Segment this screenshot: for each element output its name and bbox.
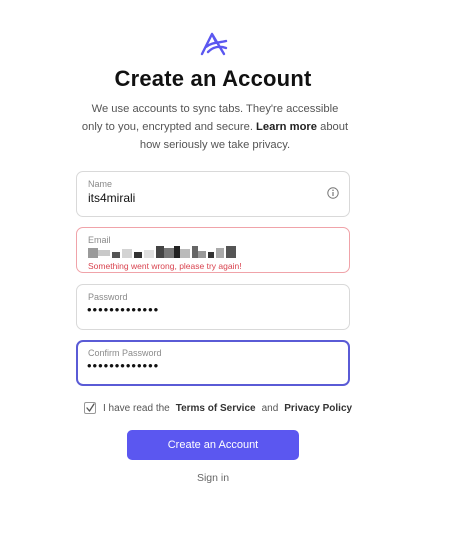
confirm-password-label: Confirm Password <box>88 348 162 358</box>
terms-prefix: I have read the <box>103 402 170 414</box>
email-field[interactable]: Email Something went wrong, please try a… <box>76 227 350 273</box>
name-field[interactable]: Name its4mirali <box>76 171 350 217</box>
signup-card: Create an Account We use accounts to syn… <box>0 0 438 547</box>
terms-and: and <box>261 402 279 414</box>
password-label: Password <box>88 292 128 302</box>
sign-in-link[interactable]: Sign in <box>0 472 426 484</box>
confirm-password-field[interactable]: Confirm Password ••••••••••••• <box>76 340 350 386</box>
password-value: ••••••••••••• <box>87 302 160 317</box>
confirm-password-value: ••••••••••••• <box>87 358 160 373</box>
create-account-button[interactable]: Create an Account <box>127 430 299 460</box>
name-value: its4mirali <box>88 191 136 205</box>
page-subtitle: We use accounts to sync tabs. They're ac… <box>80 100 350 154</box>
app-logo-icon <box>200 32 228 56</box>
privacy-policy-link[interactable]: Privacy Policy <box>284 403 352 414</box>
redacted-email-value <box>88 246 236 258</box>
email-error-message: Something went wrong, please try again! <box>88 261 242 271</box>
side-strip <box>438 0 474 547</box>
terms-checkbox[interactable] <box>84 402 96 414</box>
page-title: Create an Account <box>114 66 312 91</box>
email-label: Email <box>88 235 111 245</box>
terms-row: I have read the Terms of Service and Pri… <box>84 400 352 416</box>
terms-of-service-link[interactable]: Terms of Service <box>176 403 256 414</box>
info-icon[interactable] <box>327 187 339 199</box>
name-label: Name <box>88 179 113 189</box>
learn-more-link[interactable]: Learn more <box>256 121 317 133</box>
checkmark-icon <box>86 403 95 412</box>
password-field[interactable]: Password ••••••••••••• <box>76 284 350 330</box>
